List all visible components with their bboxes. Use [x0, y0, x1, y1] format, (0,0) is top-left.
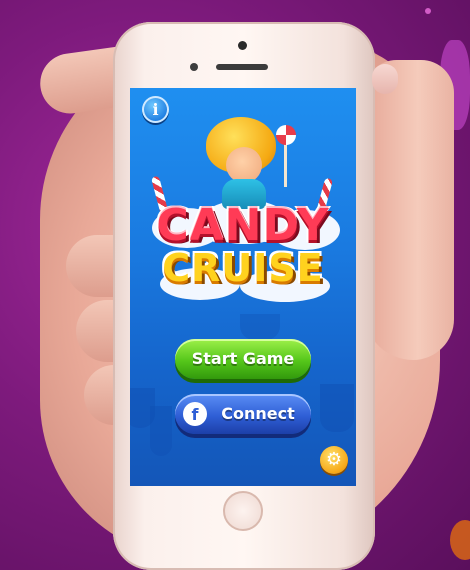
info-button[interactable]: i — [142, 96, 169, 123]
background-sparkle — [425, 8, 431, 14]
home-button[interactable] — [223, 491, 263, 531]
info-icon: i — [152, 100, 159, 119]
slime-drip — [150, 406, 172, 456]
gear-icon: ⚙ — [325, 449, 343, 470]
game-logo-candy: CANDY — [156, 200, 330, 251]
background-sparkle — [450, 520, 470, 560]
connect-label: Connect — [221, 404, 295, 423]
game-screen: CANDY CRUISE i Start Game f Connect ⚙ — [130, 88, 356, 486]
front-camera — [238, 41, 247, 50]
hero-character — [192, 113, 302, 213]
thumb — [364, 60, 454, 360]
slime-drip — [320, 384, 354, 432]
game-logo-cruise: CRUISE — [162, 246, 324, 290]
fingernail — [372, 64, 398, 94]
lollipop-stick — [284, 143, 287, 187]
start-game-button[interactable]: Start Game — [175, 339, 311, 379]
slime-drip — [240, 314, 280, 340]
lollipop-icon — [276, 125, 296, 145]
earpiece-speaker — [216, 64, 268, 70]
character-face — [226, 147, 262, 183]
phone-sensor — [190, 63, 198, 71]
start-game-label: Start Game — [191, 349, 295, 368]
facebook-connect-button[interactable]: f Connect — [175, 394, 311, 434]
facebook-icon: f — [183, 402, 207, 426]
settings-button[interactable]: ⚙ — [320, 446, 348, 474]
